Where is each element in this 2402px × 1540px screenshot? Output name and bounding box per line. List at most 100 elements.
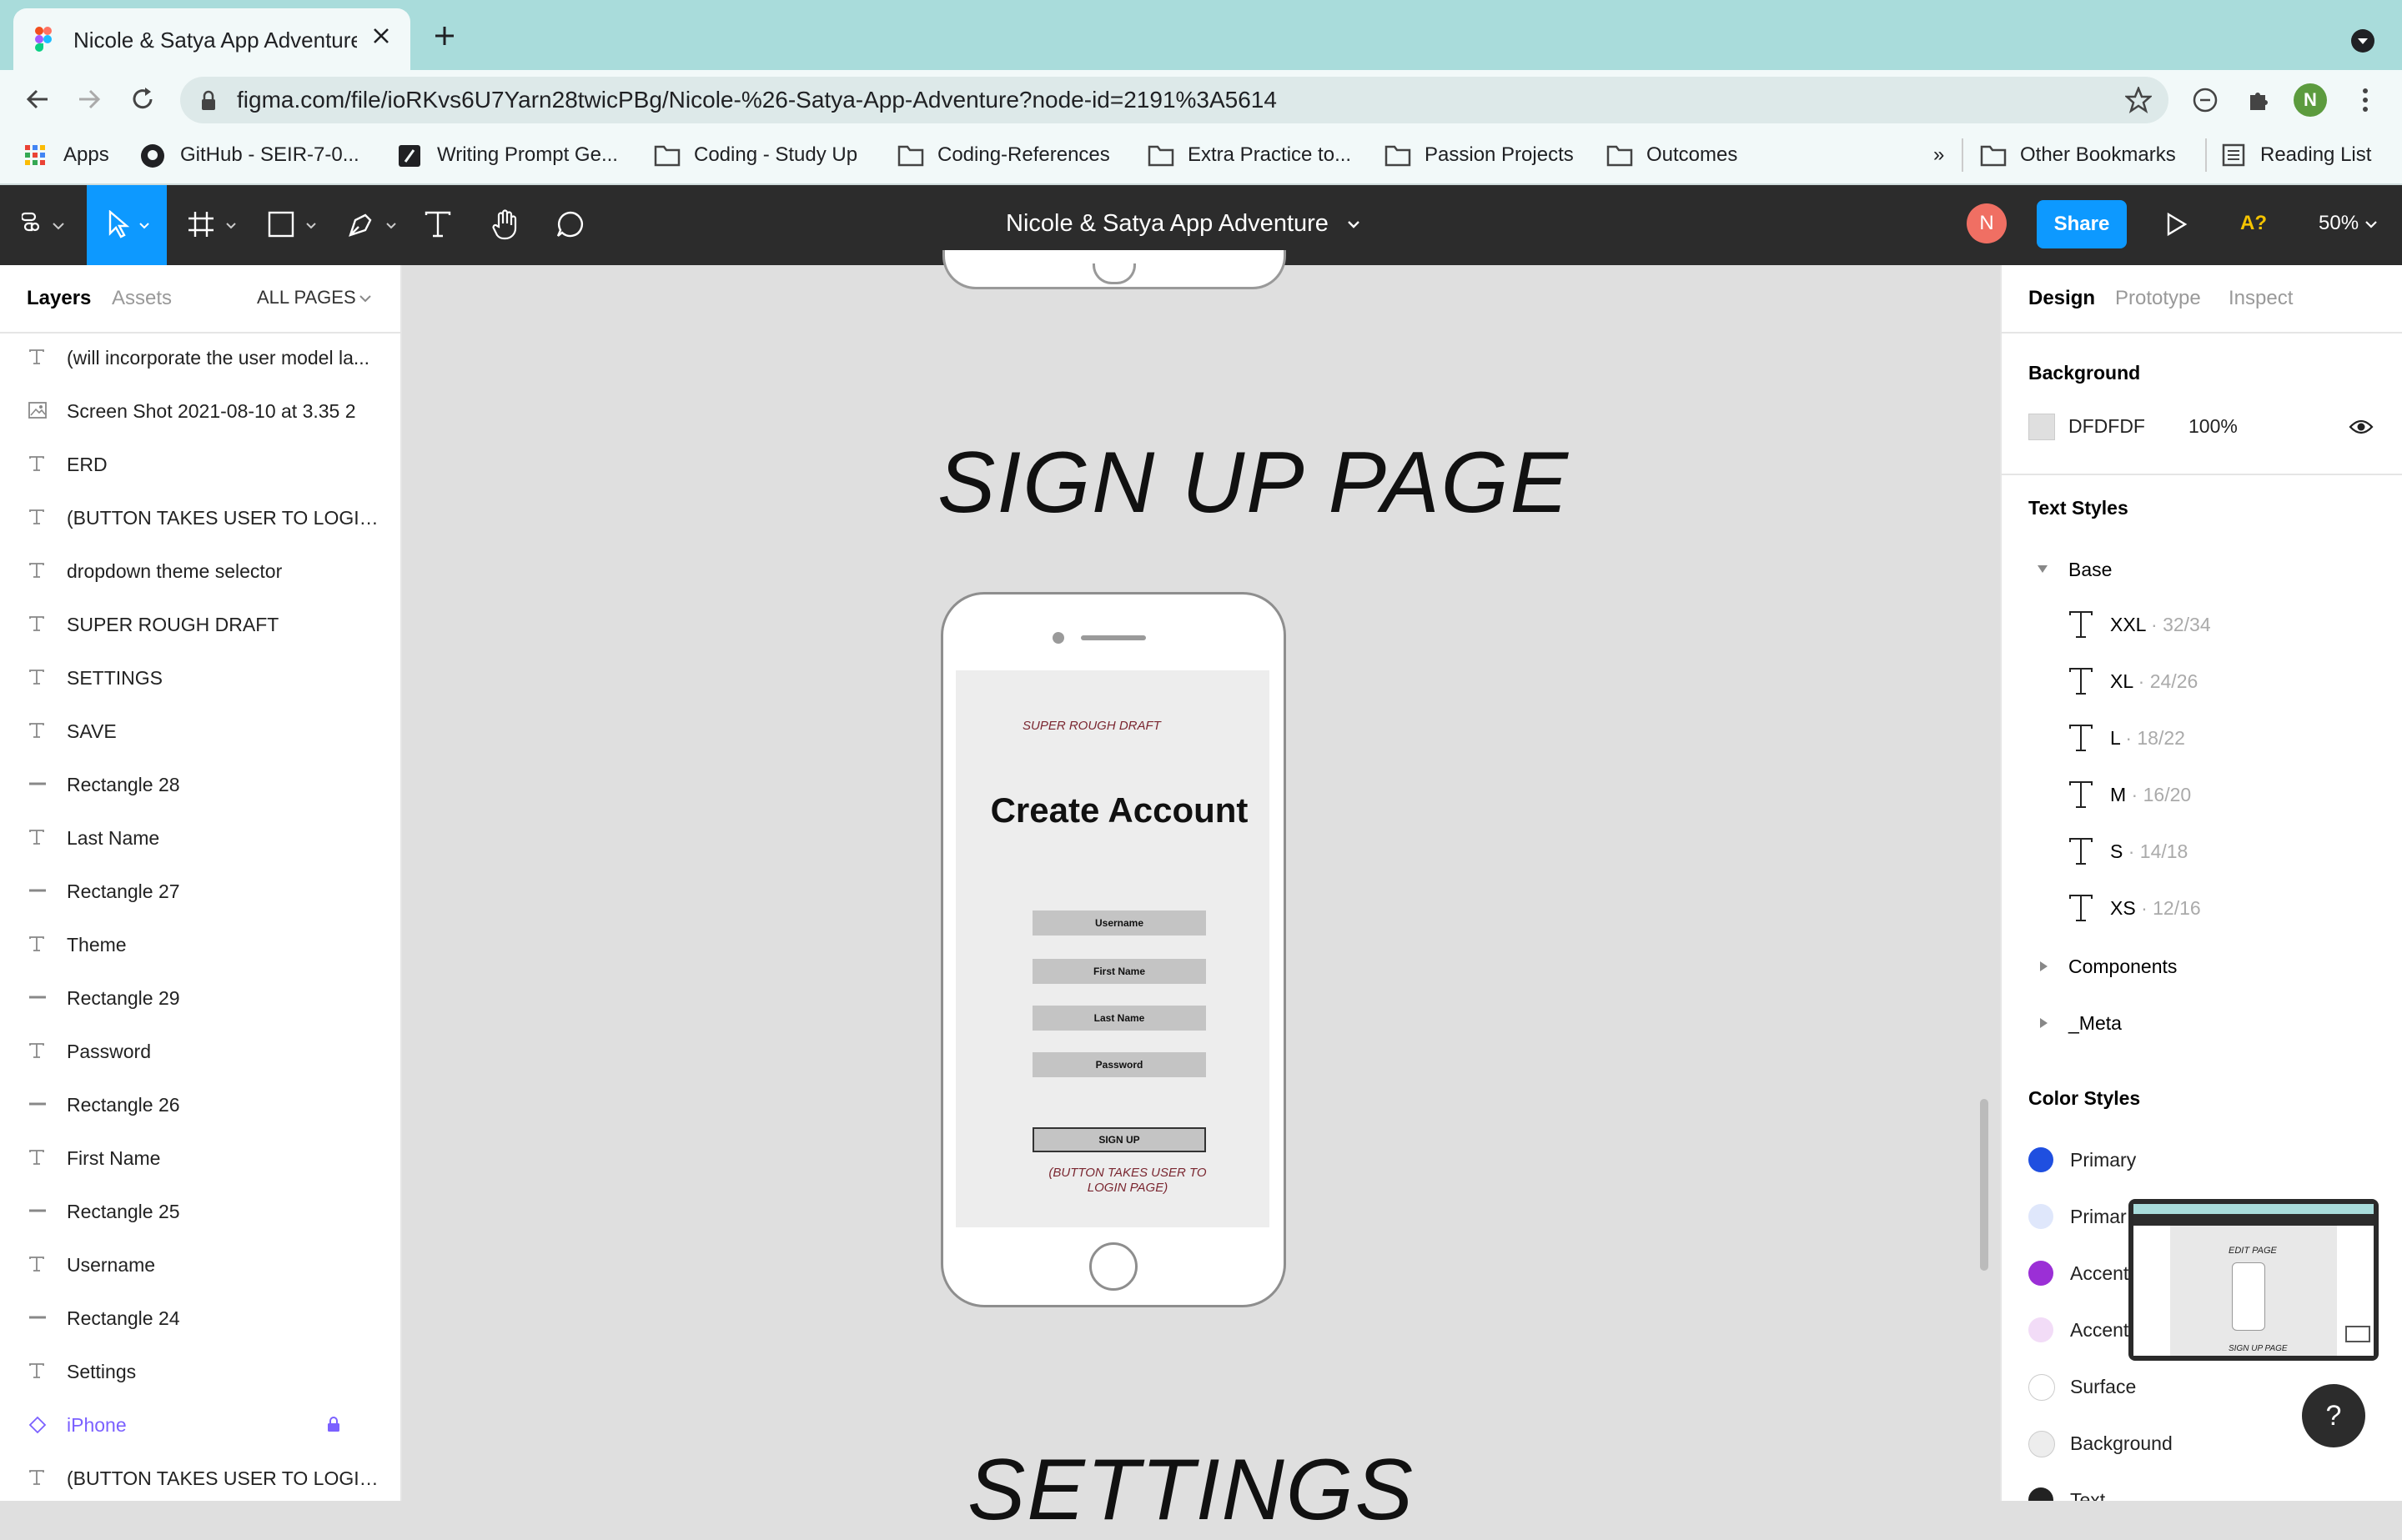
text-style-row[interactable]: XXL · 32/34 <box>2068 604 2385 645</box>
heading-settings[interactable]: SETTINGS <box>967 1441 1415 1540</box>
pages-chevron-icon[interactable] <box>359 293 372 303</box>
components-group-label[interactable]: Components <box>2068 956 2177 978</box>
layer-row[interactable]: Rectangle 29 <box>0 972 399 1026</box>
layer-row[interactable]: Rectangle 26 <box>0 1079 399 1132</box>
collaborator-avatar[interactable]: N <box>1967 203 2007 243</box>
other-bookmarks[interactable]: Other Bookmarks <box>2020 143 2176 167</box>
more-menu-icon[interactable] <box>2360 87 2370 113</box>
layer-row[interactable]: Last Name <box>0 812 399 865</box>
missing-fonts-indicator[interactable]: A? <box>2240 212 2267 235</box>
zoom-chevron-icon[interactable] <box>2364 218 2379 230</box>
canvas-scrollbar[interactable] <box>1980 1099 1988 1271</box>
username-field[interactable]: Username <box>1033 910 1206 936</box>
button-note[interactable]: (BUTTON TAKES USER TO LOGIN PAGE) <box>1033 1166 1223 1196</box>
create-account-title[interactable]: Create Account <box>956 790 1283 830</box>
bookmark-outcomes[interactable]: Outcomes <box>1646 143 1737 167</box>
layer-row[interactable]: (BUTTON TAKES USER TO LOGIN ... <box>0 492 399 545</box>
layer-row[interactable]: Password <box>0 1026 399 1079</box>
url-text[interactable]: figma.com/file/ioRKvs6U7Yarn28twicPBg/Ni… <box>237 87 1277 113</box>
components-expand-caret-icon[interactable] <box>2038 961 2048 972</box>
bookmark-passion-projects[interactable]: Passion Projects <box>1425 143 1574 167</box>
tab-inspect[interactable]: Inspect <box>2229 287 2293 310</box>
layer-row[interactable]: (will incorporate the user model la... <box>0 332 399 385</box>
hand-tool-icon[interactable] <box>490 208 520 240</box>
layer-row[interactable]: dropdown theme selector <box>0 545 399 599</box>
first-name-field[interactable]: First Name <box>1033 959 1206 984</box>
text-tool-icon[interactable] <box>424 210 452 238</box>
layer-row[interactable]: Settings <box>0 1346 399 1399</box>
extensions-puzzle-icon[interactable] <box>2245 87 2272 113</box>
layer-row[interactable]: SAVE <box>0 705 399 759</box>
lock-icon[interactable] <box>327 1416 340 1432</box>
profile-avatar[interactable]: N <box>2294 83 2327 117</box>
share-button[interactable]: Share <box>2037 200 2127 248</box>
eye-visibility-icon[interactable] <box>2349 417 2374 437</box>
base-expand-caret-icon[interactable] <box>2037 564 2048 574</box>
tab-search-icon[interactable] <box>2350 28 2375 53</box>
new-tab-icon[interactable] <box>434 25 455 47</box>
layer-row[interactable]: Screen Shot 2021-08-10 at 3.35 2 <box>0 385 399 439</box>
bookmark-extra-practice[interactable]: Extra Practice to... <box>1188 143 1351 167</box>
bookmark-coding-references[interactable]: Coding-References <box>937 143 1110 167</box>
rectangle-tool-icon[interactable] <box>267 210 320 238</box>
tab-close-icon[interactable] <box>372 27 390 45</box>
layer-row[interactable]: First Name <box>0 1132 399 1186</box>
text-style-row[interactable]: S · 14/18 <box>2068 830 2385 872</box>
bookmark-apps[interactable]: Apps <box>63 143 109 167</box>
layer-row[interactable]: SUPER ROUGH DRAFT <box>0 599 399 652</box>
layer-row[interactable]: Rectangle 27 <box>0 865 399 919</box>
bookmark-writing-prompt[interactable]: Writing Prompt Ge... <box>437 143 618 167</box>
figma-menu-icon[interactable] <box>22 210 67 238</box>
present-play-icon[interactable] <box>2165 212 2188 237</box>
text-style-row[interactable]: M · 16/20 <box>2068 774 2385 815</box>
tab-design[interactable]: Design <box>2028 287 2095 310</box>
text-style-row[interactable]: XL · 24/26 <box>2068 660 2385 702</box>
file-menu-chevron-icon[interactable] <box>1346 218 1361 230</box>
zoom-level[interactable]: 50% <box>2319 212 2359 235</box>
meta-expand-caret-icon[interactable] <box>2038 1017 2048 1029</box>
bookmark-star-icon[interactable] <box>2125 87 2152 113</box>
bookmarks-overflow[interactable]: » <box>1933 143 1944 167</box>
bookmark-github[interactable]: GitHub - SEIR-7-0... <box>180 143 359 167</box>
layer-row[interactable]: (BUTTON TAKES USER TO LOGIN ... <box>0 1452 399 1501</box>
layer-row[interactable]: Username <box>0 1239 399 1292</box>
layer-row[interactable]: iPhone <box>0 1399 399 1452</box>
layer-row[interactable]: SETTINGS <box>0 652 399 705</box>
layer-row[interactable]: Rectangle 28 <box>0 759 399 812</box>
reading-list[interactable]: Reading List <box>2260 143 2371 167</box>
file-title[interactable]: Nicole & Satya App Adventure <box>1006 210 1329 238</box>
tab-layers[interactable]: Layers <box>27 287 91 310</box>
text-style-row[interactable]: L · 18/22 <box>2068 717 2385 759</box>
comment-tool-icon[interactable] <box>555 210 585 238</box>
layer-row[interactable]: ERD <box>0 439 399 492</box>
background-hex-value[interactable]: DFDFDF <box>2068 415 2145 438</box>
layer-row[interactable]: Rectangle 25 <box>0 1186 399 1239</box>
password-field[interactable]: Password <box>1033 1052 1206 1077</box>
lock-icon[interactable] <box>200 90 217 112</box>
tab-assets[interactable]: Assets <box>112 287 172 310</box>
background-opacity-value[interactable]: 100% <box>2188 415 2238 438</box>
color-style-row[interactable]: Text <box>2028 1487 2362 1501</box>
meta-group-label[interactable]: _Meta <box>2068 1012 2122 1035</box>
sign-up-button[interactable]: SIGN UP <box>1033 1127 1206 1152</box>
extension-icon[interactable] <box>2192 87 2219 113</box>
reload-icon[interactable] <box>130 87 155 112</box>
layer-row[interactable]: Rectangle 24 <box>0 1292 399 1346</box>
apps-grid-icon[interactable] <box>25 145 45 165</box>
pages-selector[interactable]: ALL PAGES <box>257 287 356 309</box>
draft-label[interactable]: SUPER ROUGH DRAFT <box>1023 719 1161 733</box>
color-style-row[interactable]: Primary <box>2028 1147 2362 1177</box>
background-color-swatch[interactable] <box>2028 414 2055 440</box>
bookmark-coding-study[interactable]: Coding - Study Up <box>694 143 857 167</box>
layer-row[interactable]: Theme <box>0 919 399 972</box>
forward-icon[interactable] <box>77 87 102 112</box>
frame-tool-icon[interactable] <box>187 210 240 238</box>
help-button[interactable]: ? <box>2302 1384 2365 1447</box>
last-name-field[interactable]: Last Name <box>1033 1006 1206 1031</box>
heading-sign-up-page[interactable]: SIGN UP PAGE <box>937 434 1570 533</box>
back-icon[interactable] <box>25 87 50 112</box>
text-style-row[interactable]: XS · 12/16 <box>2068 887 2385 929</box>
base-group-label[interactable]: Base <box>2068 559 2112 581</box>
tab-prototype[interactable]: Prototype <box>2115 287 2201 310</box>
pen-tool-icon[interactable] <box>347 210 400 238</box>
